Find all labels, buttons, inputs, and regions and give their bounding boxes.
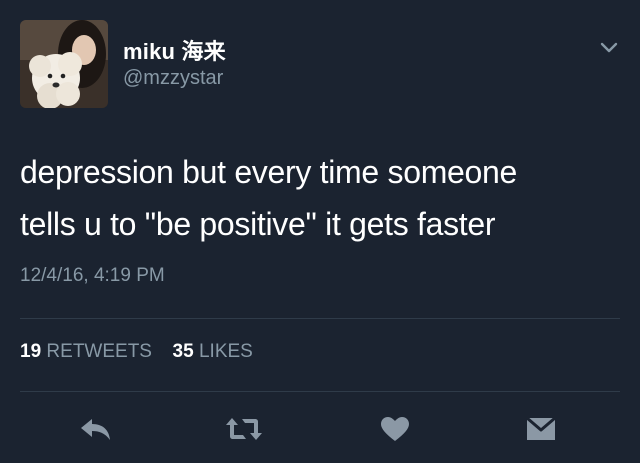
avatar-photo: [20, 20, 108, 108]
tweet-timestamp[interactable]: 12/4/16, 4:19 PM: [20, 265, 165, 287]
likes-count: 35: [172, 341, 194, 362]
display-name[interactable]: miku 海来: [123, 34, 226, 66]
avatar[interactable]: [20, 20, 108, 108]
retweets-count: 19: [20, 341, 42, 362]
tweet-text-line: depression but every time someone: [20, 154, 518, 190]
retweet-icon: [226, 418, 262, 440]
tweet-text: depression but every time someone tells …: [20, 146, 620, 250]
direct-message-button[interactable]: [524, 414, 558, 444]
heart-icon: [381, 417, 409, 441]
chevron-down-icon[interactable]: [598, 40, 620, 56]
retweet-button[interactable]: [224, 414, 264, 444]
like-button[interactable]: [378, 414, 412, 444]
direct-message-icon: [526, 416, 556, 440]
user-handle[interactable]: @mzzystar: [123, 67, 223, 90]
retweets-stat[interactable]: 19 RETWEETS: [20, 341, 157, 362]
likes-label: LIKES: [198, 341, 253, 362]
tweet-card: miku 海来 @mzzystar depression but every t…: [0, 0, 640, 463]
divider: [20, 391, 620, 392]
reply-button[interactable]: [78, 414, 114, 444]
tweet-stats: 19 RETWEETS 35 LIKES: [20, 341, 253, 363]
likes-stat[interactable]: 35 LIKES: [173, 341, 253, 362]
reply-icon: [81, 419, 110, 440]
tweet-text-line: tells u to "be positive" it gets faster: [20, 206, 496, 242]
divider: [20, 318, 620, 319]
retweets-label: RETWEETS: [46, 341, 152, 362]
